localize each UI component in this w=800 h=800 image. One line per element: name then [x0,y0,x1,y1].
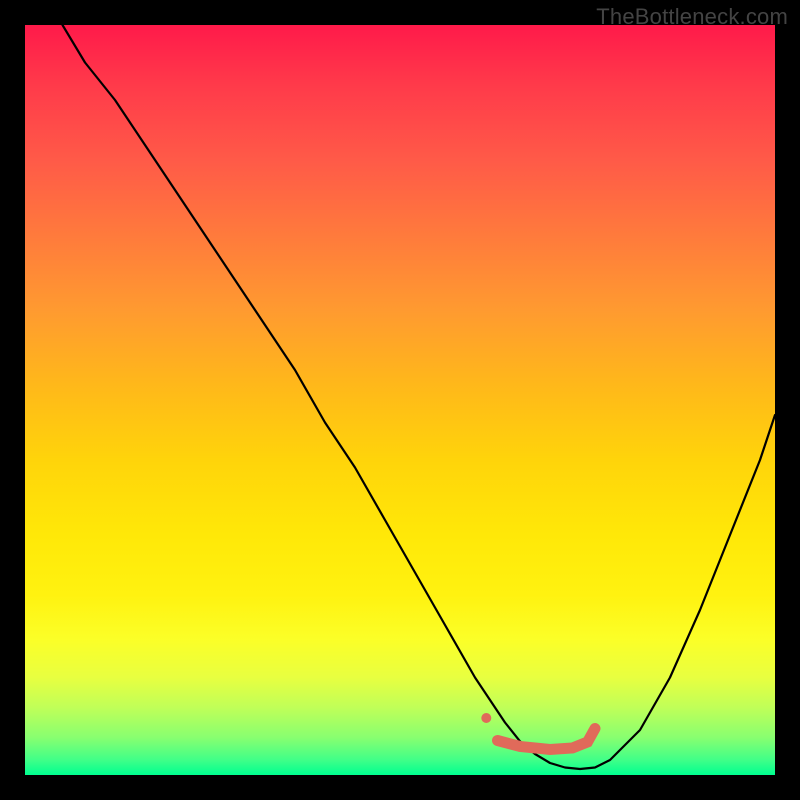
bottleneck-curve [63,25,776,769]
chart-container: TheBottleneck.com [0,0,800,800]
highlight-dot [481,713,491,723]
plot-overlay [25,25,775,775]
watermark-text: TheBottleneck.com [596,4,788,30]
